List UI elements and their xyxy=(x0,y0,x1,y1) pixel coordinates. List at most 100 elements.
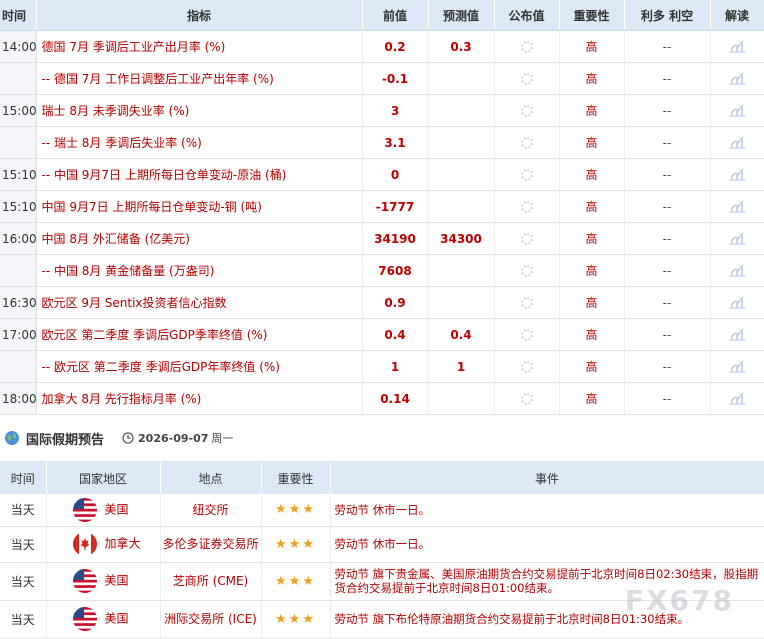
holiday-time: 当天 xyxy=(0,494,47,527)
interpret-cell[interactable] xyxy=(710,30,764,63)
chart-icon[interactable] xyxy=(728,101,746,120)
indicator-name[interactable]: 中国 8月 外汇储备 (亿美元) xyxy=(36,222,363,255)
hol-col-region: 国家地区 xyxy=(46,462,161,494)
event-time xyxy=(0,350,37,383)
interpret-cell[interactable] xyxy=(710,222,764,255)
previous-value: 7608 xyxy=(362,254,429,287)
indicator-name[interactable]: 中国 9月7日 上期所每日仓单变动-铜 (吨) xyxy=(36,190,363,223)
holiday-place: 洲际交易所 (ICE) xyxy=(160,600,262,639)
chart-icon[interactable] xyxy=(728,229,746,248)
actual-value xyxy=(494,62,560,95)
impact-value: -- xyxy=(624,158,711,191)
holiday-section-header: 国际假期预告 2026-09-07 周一 xyxy=(0,415,764,462)
impact-value: -- xyxy=(624,126,711,159)
chart-icon[interactable] xyxy=(728,165,746,184)
star-rating-icon: ★★★ xyxy=(275,611,316,627)
impact-value: -- xyxy=(624,62,711,95)
chart-icon[interactable] xyxy=(728,133,746,152)
previous-value: 3.1 xyxy=(362,126,429,159)
event-time: 15:10 xyxy=(0,190,37,223)
star-rating-icon: ★★★ xyxy=(275,536,316,552)
chart-icon[interactable] xyxy=(728,293,746,312)
indicator-name[interactable]: -- 欧元区 第二季度 季调后GDP年率终值 (%) xyxy=(36,350,363,383)
region-name: 美国 xyxy=(104,573,129,588)
indicator-name[interactable]: -- 中国 8月 黄金储备量 (万盎司) xyxy=(36,254,363,287)
calendar-row: -- 欧元区 第二季度 季调后GDP年率终值 (%) 1 1 高 -- xyxy=(0,350,764,383)
holiday-place: 多伦多证券交易所 xyxy=(160,526,262,563)
holiday-weekday: 周一 xyxy=(211,432,234,445)
previous-value: 1 xyxy=(362,350,429,383)
interpret-cell[interactable] xyxy=(710,190,764,223)
importance-value: 高 xyxy=(559,126,625,159)
importance-value: 高 xyxy=(559,30,625,63)
loading-spinner-icon xyxy=(520,265,533,277)
indicator-name[interactable]: -- 中国 9月7日 上期所每日仓单变动-原油 (桶) xyxy=(36,158,363,191)
holiday-importance: ★★★ xyxy=(261,526,331,563)
holiday-row: 当天 美国 纽交所 ★★★ 劳动节 休市一日。 xyxy=(0,494,764,527)
chart-icon[interactable] xyxy=(728,37,746,56)
indicator-name[interactable]: 德国 7月 季调后工业产出月率 (%) xyxy=(36,30,363,63)
impact-value: -- xyxy=(624,94,711,127)
previous-value: 0 xyxy=(362,158,429,191)
impact-value: -- xyxy=(624,286,711,319)
chart-icon[interactable] xyxy=(728,69,746,88)
holiday-importance: ★★★ xyxy=(261,600,331,639)
indicator-name[interactable]: 瑞士 8月 未季调失业率 (%) xyxy=(36,94,363,127)
actual-value xyxy=(494,94,560,127)
col-importance: 重要性 xyxy=(559,0,625,31)
indicator-name[interactable]: 加拿大 8月 先行指标月率 (%) xyxy=(36,382,363,415)
chart-icon[interactable] xyxy=(728,197,746,216)
holiday-time: 当天 xyxy=(0,562,47,601)
calendar-row: 15:10 -- 中国 9月7日 上期所每日仓单变动-原油 (桶) 0 高 -- xyxy=(0,158,764,191)
chart-icon[interactable] xyxy=(728,325,746,344)
forecast-value xyxy=(428,382,495,415)
interpret-cell[interactable] xyxy=(710,318,764,351)
chart-icon[interactable] xyxy=(728,389,746,408)
loading-spinner-icon xyxy=(520,201,533,213)
loading-spinner-icon xyxy=(520,41,533,53)
interpret-cell[interactable] xyxy=(710,286,764,319)
chart-icon[interactable] xyxy=(728,261,746,280)
interpret-cell[interactable] xyxy=(710,126,764,159)
forecast-value: 1 xyxy=(428,350,495,383)
impact-value: -- xyxy=(624,350,711,383)
interpret-cell[interactable] xyxy=(710,350,764,383)
indicator-name[interactable]: -- 瑞士 8月 季调后失业率 (%) xyxy=(36,126,363,159)
interpret-cell[interactable] xyxy=(710,62,764,95)
indicator-name[interactable]: 欧元区 9月 Sentix投资者信心指数 xyxy=(36,286,363,319)
event-time: 16:00 xyxy=(0,222,37,255)
interpret-cell[interactable] xyxy=(710,94,764,127)
forecast-value: 0.3 xyxy=(428,30,495,63)
holiday-time: 当天 xyxy=(0,526,47,563)
actual-value xyxy=(494,254,560,287)
loading-spinner-icon xyxy=(520,137,533,149)
impact-value: -- xyxy=(624,30,711,63)
holiday-region: 美国 xyxy=(46,494,161,527)
us-flag-icon xyxy=(72,497,97,522)
importance-value: 高 xyxy=(559,286,625,319)
chart-icon[interactable] xyxy=(728,357,746,376)
loading-spinner-icon xyxy=(520,105,533,117)
calendar-row: 17:00 欧元区 第二季度 季调后GDP季率终值 (%) 0.4 0.4 高 -- xyxy=(0,318,764,351)
previous-value: 0.4 xyxy=(362,318,429,351)
calendar-row: 15:00 瑞士 8月 未季调失业率 (%) 3 高 -- xyxy=(0,94,764,127)
col-actual: 公布值 xyxy=(494,0,560,31)
holiday-time: 当天 xyxy=(0,600,47,639)
impact-value: -- xyxy=(624,190,711,223)
actual-value xyxy=(494,318,560,351)
loading-spinner-icon xyxy=(520,169,533,181)
interpret-cell[interactable] xyxy=(710,254,764,287)
event-time: 15:00 xyxy=(0,94,37,127)
indicator-name[interactable]: 欧元区 第二季度 季调后GDP季率终值 (%) xyxy=(36,318,363,351)
importance-value: 高 xyxy=(559,62,625,95)
importance-value: 高 xyxy=(559,350,625,383)
col-previous: 前值 xyxy=(362,0,429,31)
interpret-cell[interactable] xyxy=(710,158,764,191)
interpret-cell[interactable] xyxy=(710,382,764,415)
holiday-region: 美国 xyxy=(46,600,161,639)
forecast-value xyxy=(428,62,495,95)
event-time xyxy=(0,126,37,159)
indicator-name[interactable]: -- 德国 7月 工作日调整后工业产出年率 (%) xyxy=(36,62,363,95)
holiday-importance: ★★★ xyxy=(261,494,331,527)
actual-value xyxy=(494,190,560,223)
